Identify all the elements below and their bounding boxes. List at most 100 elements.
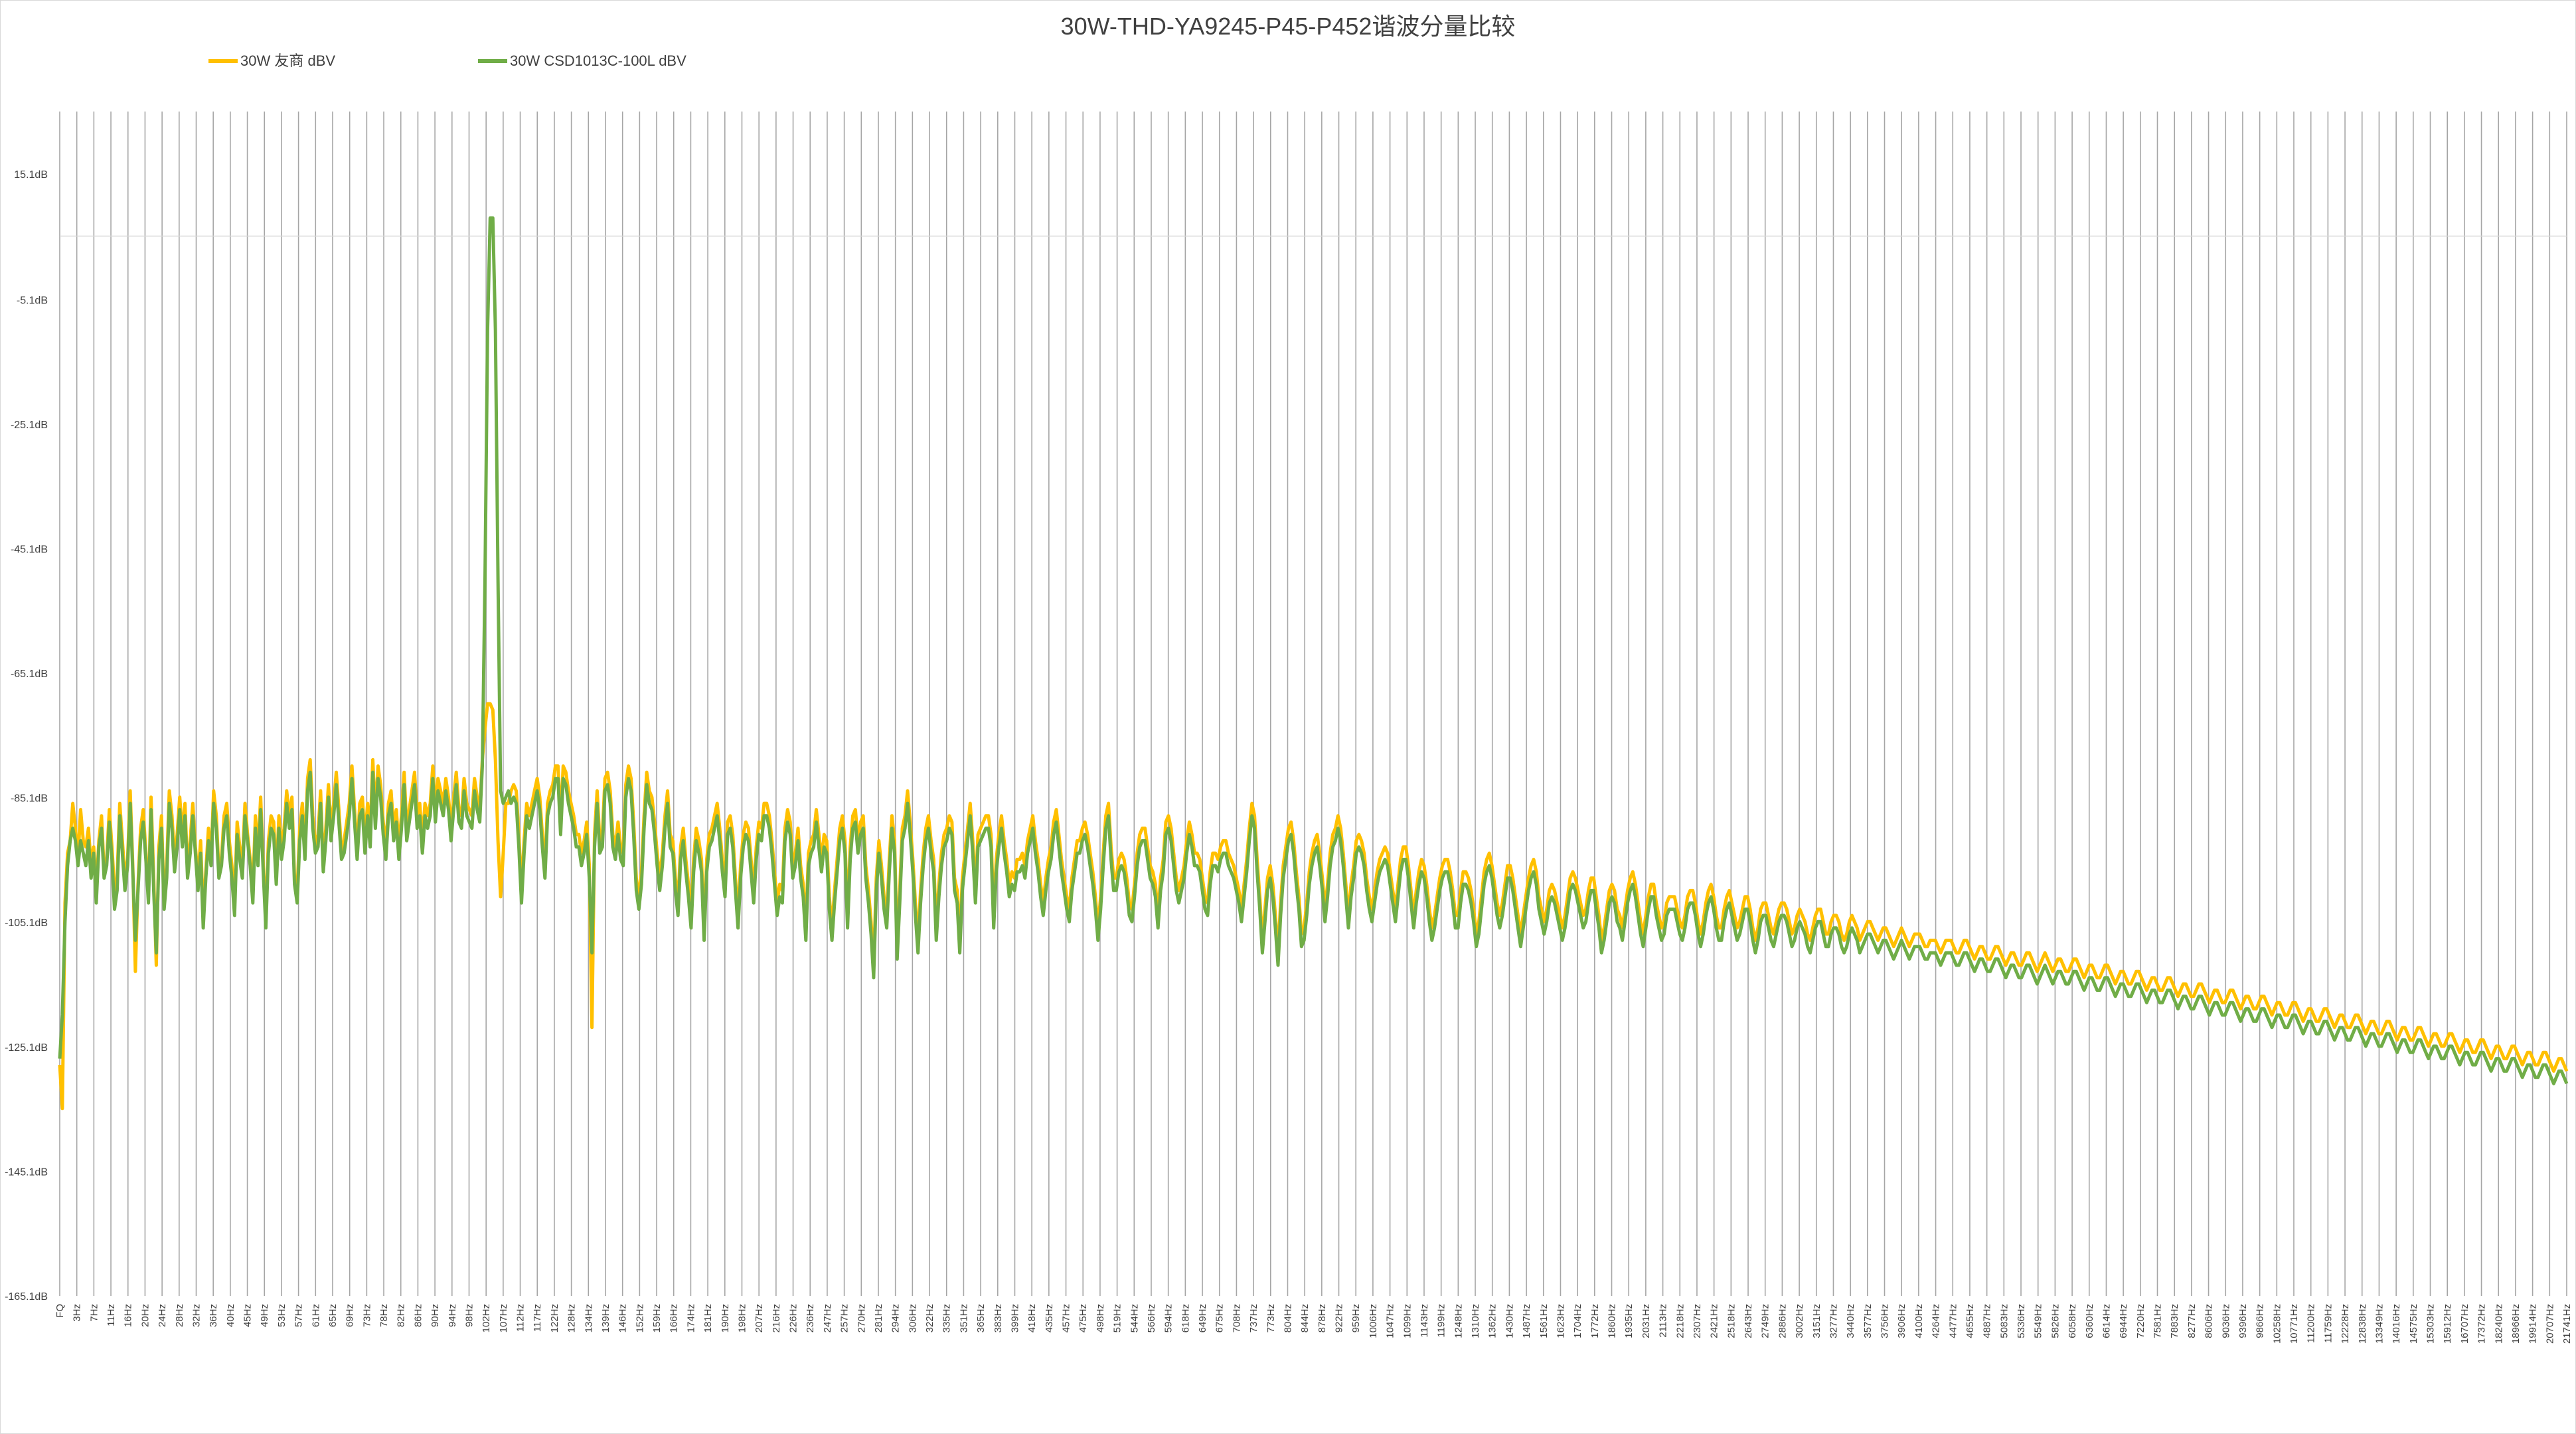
x-tick-label: 11759Hz: [2322, 1304, 2334, 1343]
x-tick-label: 11200Hz: [2306, 1304, 2317, 1343]
x-tick-label: 2518Hz: [1726, 1304, 1737, 1338]
x-tick-label: 8606Hz: [2204, 1304, 2215, 1338]
x-tick-label: 19914Hz: [2528, 1304, 2539, 1344]
x-tick-label: 10771Hz: [2289, 1304, 2300, 1344]
y-tick-label: -5.1dB: [17, 295, 48, 306]
x-tick-label: 49Hz: [259, 1304, 270, 1327]
y-tick-label: -85.1dB: [11, 793, 48, 805]
x-tick-label: 94Hz: [447, 1304, 458, 1327]
y-tick-label: -145.1dB: [5, 1166, 48, 1178]
x-tick-label: 1310Hz: [1470, 1304, 1481, 1338]
x-tick-label: 12838Hz: [2357, 1304, 2368, 1344]
x-tick-label: 1248Hz: [1453, 1304, 1464, 1338]
x-tick-label: 159Hz: [651, 1304, 663, 1332]
x-tick-label: 1772Hz: [1589, 1304, 1601, 1338]
chart-canvas: 30W-THD-YA9245-P45-P452谐波分量比较 30W 友商 dBV…: [0, 0, 2576, 1434]
x-tick-label: 128Hz: [566, 1304, 578, 1332]
x-tick-label: 1935Hz: [1623, 1304, 1635, 1338]
x-tick-label: 86Hz: [412, 1304, 424, 1327]
x-tick-label: 166Hz: [669, 1304, 680, 1332]
x-tick-label: 335Hz: [941, 1304, 953, 1332]
x-tick-label: 16707Hz: [2459, 1304, 2470, 1344]
x-tick-label: 18240Hz: [2493, 1304, 2504, 1344]
x-tick-label: 306Hz: [907, 1304, 918, 1332]
x-tick-label: 4264Hz: [1931, 1304, 1942, 1338]
x-tick-label: 418Hz: [1026, 1304, 1038, 1332]
x-tick-label: 32Hz: [191, 1304, 202, 1327]
x-tick-label: 675Hz: [1214, 1304, 1226, 1332]
x-tick-label: 2307Hz: [1692, 1304, 1703, 1338]
x-tick-label: 61Hz: [310, 1304, 321, 1327]
x-tick-label: 3906Hz: [1896, 1304, 1907, 1338]
x-tick-label: 7Hz: [88, 1304, 100, 1322]
x-tick-label: 107Hz: [498, 1304, 509, 1332]
chart-title: 30W-THD-YA9245-P45-P452谐波分量比较: [1061, 13, 1516, 40]
x-tick-label: 15912Hz: [2442, 1304, 2453, 1344]
x-tick-label: 322Hz: [924, 1304, 935, 1332]
x-tick-label: 190Hz: [720, 1304, 731, 1332]
x-tick-label: 17372Hz: [2476, 1304, 2488, 1344]
x-tick-label: 4655Hz: [1965, 1304, 1976, 1338]
x-tick-label: 28Hz: [174, 1304, 185, 1327]
x-tick-label: 1561Hz: [1538, 1304, 1550, 1338]
x-tick-label: 65Hz: [327, 1304, 339, 1327]
x-tick-label: 236Hz: [805, 1304, 816, 1332]
x-tick-label: 294Hz: [890, 1304, 902, 1332]
x-tick-label: 207Hz: [754, 1304, 765, 1332]
x-tick-label: 45Hz: [242, 1304, 254, 1327]
x-tick-label: 216Hz: [771, 1304, 782, 1332]
x-tick-label: 566Hz: [1146, 1304, 1157, 1332]
x-tick-label: 649Hz: [1197, 1304, 1208, 1332]
x-tick-label: 139Hz: [600, 1304, 611, 1332]
x-tick-label: 12228Hz: [2340, 1304, 2351, 1344]
y-tick-label: -105.1dB: [5, 917, 48, 929]
x-tick-label: 7883Hz: [2169, 1304, 2180, 1338]
x-tick-label: 1704Hz: [1572, 1304, 1583, 1338]
x-tick-label: 3Hz: [72, 1304, 83, 1322]
y-tick-label: -65.1dB: [11, 669, 48, 680]
x-tick-label: 7220Hz: [2135, 1304, 2146, 1338]
x-tick-label: 14016Hz: [2391, 1304, 2402, 1344]
x-tick-label: 6614Hz: [2101, 1304, 2112, 1338]
x-tick-label: 1099Hz: [1402, 1304, 1413, 1338]
x-tick-label: 2886Hz: [1777, 1304, 1788, 1338]
x-tick-label: 6058Hz: [2067, 1304, 2078, 1338]
x-tick-label: 270Hz: [856, 1304, 867, 1332]
x-tick-label: 73Hz: [361, 1304, 372, 1327]
x-tick-label: 20Hz: [139, 1304, 151, 1327]
x-tick-label: 519Hz: [1112, 1304, 1123, 1332]
x-tick-label: 69Hz: [345, 1304, 356, 1327]
x-tick-label: 3577Hz: [1862, 1304, 1874, 1338]
x-tick-label: 5083Hz: [1998, 1304, 2010, 1338]
x-tick-label: 247Hz: [822, 1304, 833, 1332]
x-tick-label: 2643Hz: [1743, 1304, 1754, 1338]
x-tick-label: 13349Hz: [2374, 1304, 2385, 1344]
x-tick-label: 6360Hz: [2084, 1304, 2095, 1338]
x-tick-label: 98Hz: [463, 1304, 475, 1327]
x-tick-label: 90Hz: [430, 1304, 441, 1327]
x-tick-label: 2031Hz: [1641, 1304, 1652, 1338]
x-tick-label: 773Hz: [1265, 1304, 1277, 1332]
y-tick-label: 15.1dB: [14, 169, 48, 181]
x-tick-label: 2218Hz: [1674, 1304, 1686, 1338]
x-tick-label: 5826Hz: [2050, 1304, 2061, 1338]
x-tick-label: 257Hz: [839, 1304, 850, 1332]
x-tick-label: 8277Hz: [2186, 1304, 2198, 1338]
x-tick-label: 78Hz: [378, 1304, 390, 1327]
x-tick-label: 844Hz: [1299, 1304, 1311, 1332]
x-tick-label: 475Hz: [1078, 1304, 1089, 1332]
legend-label-0: 30W 友商 dBV: [240, 52, 335, 69]
x-tick-label: 4100Hz: [1913, 1304, 1925, 1338]
x-tick-label: 3002Hz: [1794, 1304, 1805, 1338]
x-tick-label: 53Hz: [276, 1304, 287, 1327]
x-tick-label: 878Hz: [1317, 1304, 1328, 1332]
x-tick-label: 146Hz: [617, 1304, 629, 1332]
x-tick-label: 498Hz: [1095, 1304, 1106, 1332]
x-tick-label: 4887Hz: [1982, 1304, 1993, 1338]
x-tick-label: 14575Hz: [2408, 1304, 2419, 1344]
x-tick-label: 15303Hz: [2425, 1304, 2437, 1344]
x-tick-label: 1362Hz: [1487, 1304, 1498, 1338]
x-tick-label: 1199Hz: [1436, 1304, 1447, 1338]
x-tick-label: 21741Hz: [2561, 1304, 2573, 1344]
x-tick-label: 544Hz: [1129, 1304, 1140, 1332]
